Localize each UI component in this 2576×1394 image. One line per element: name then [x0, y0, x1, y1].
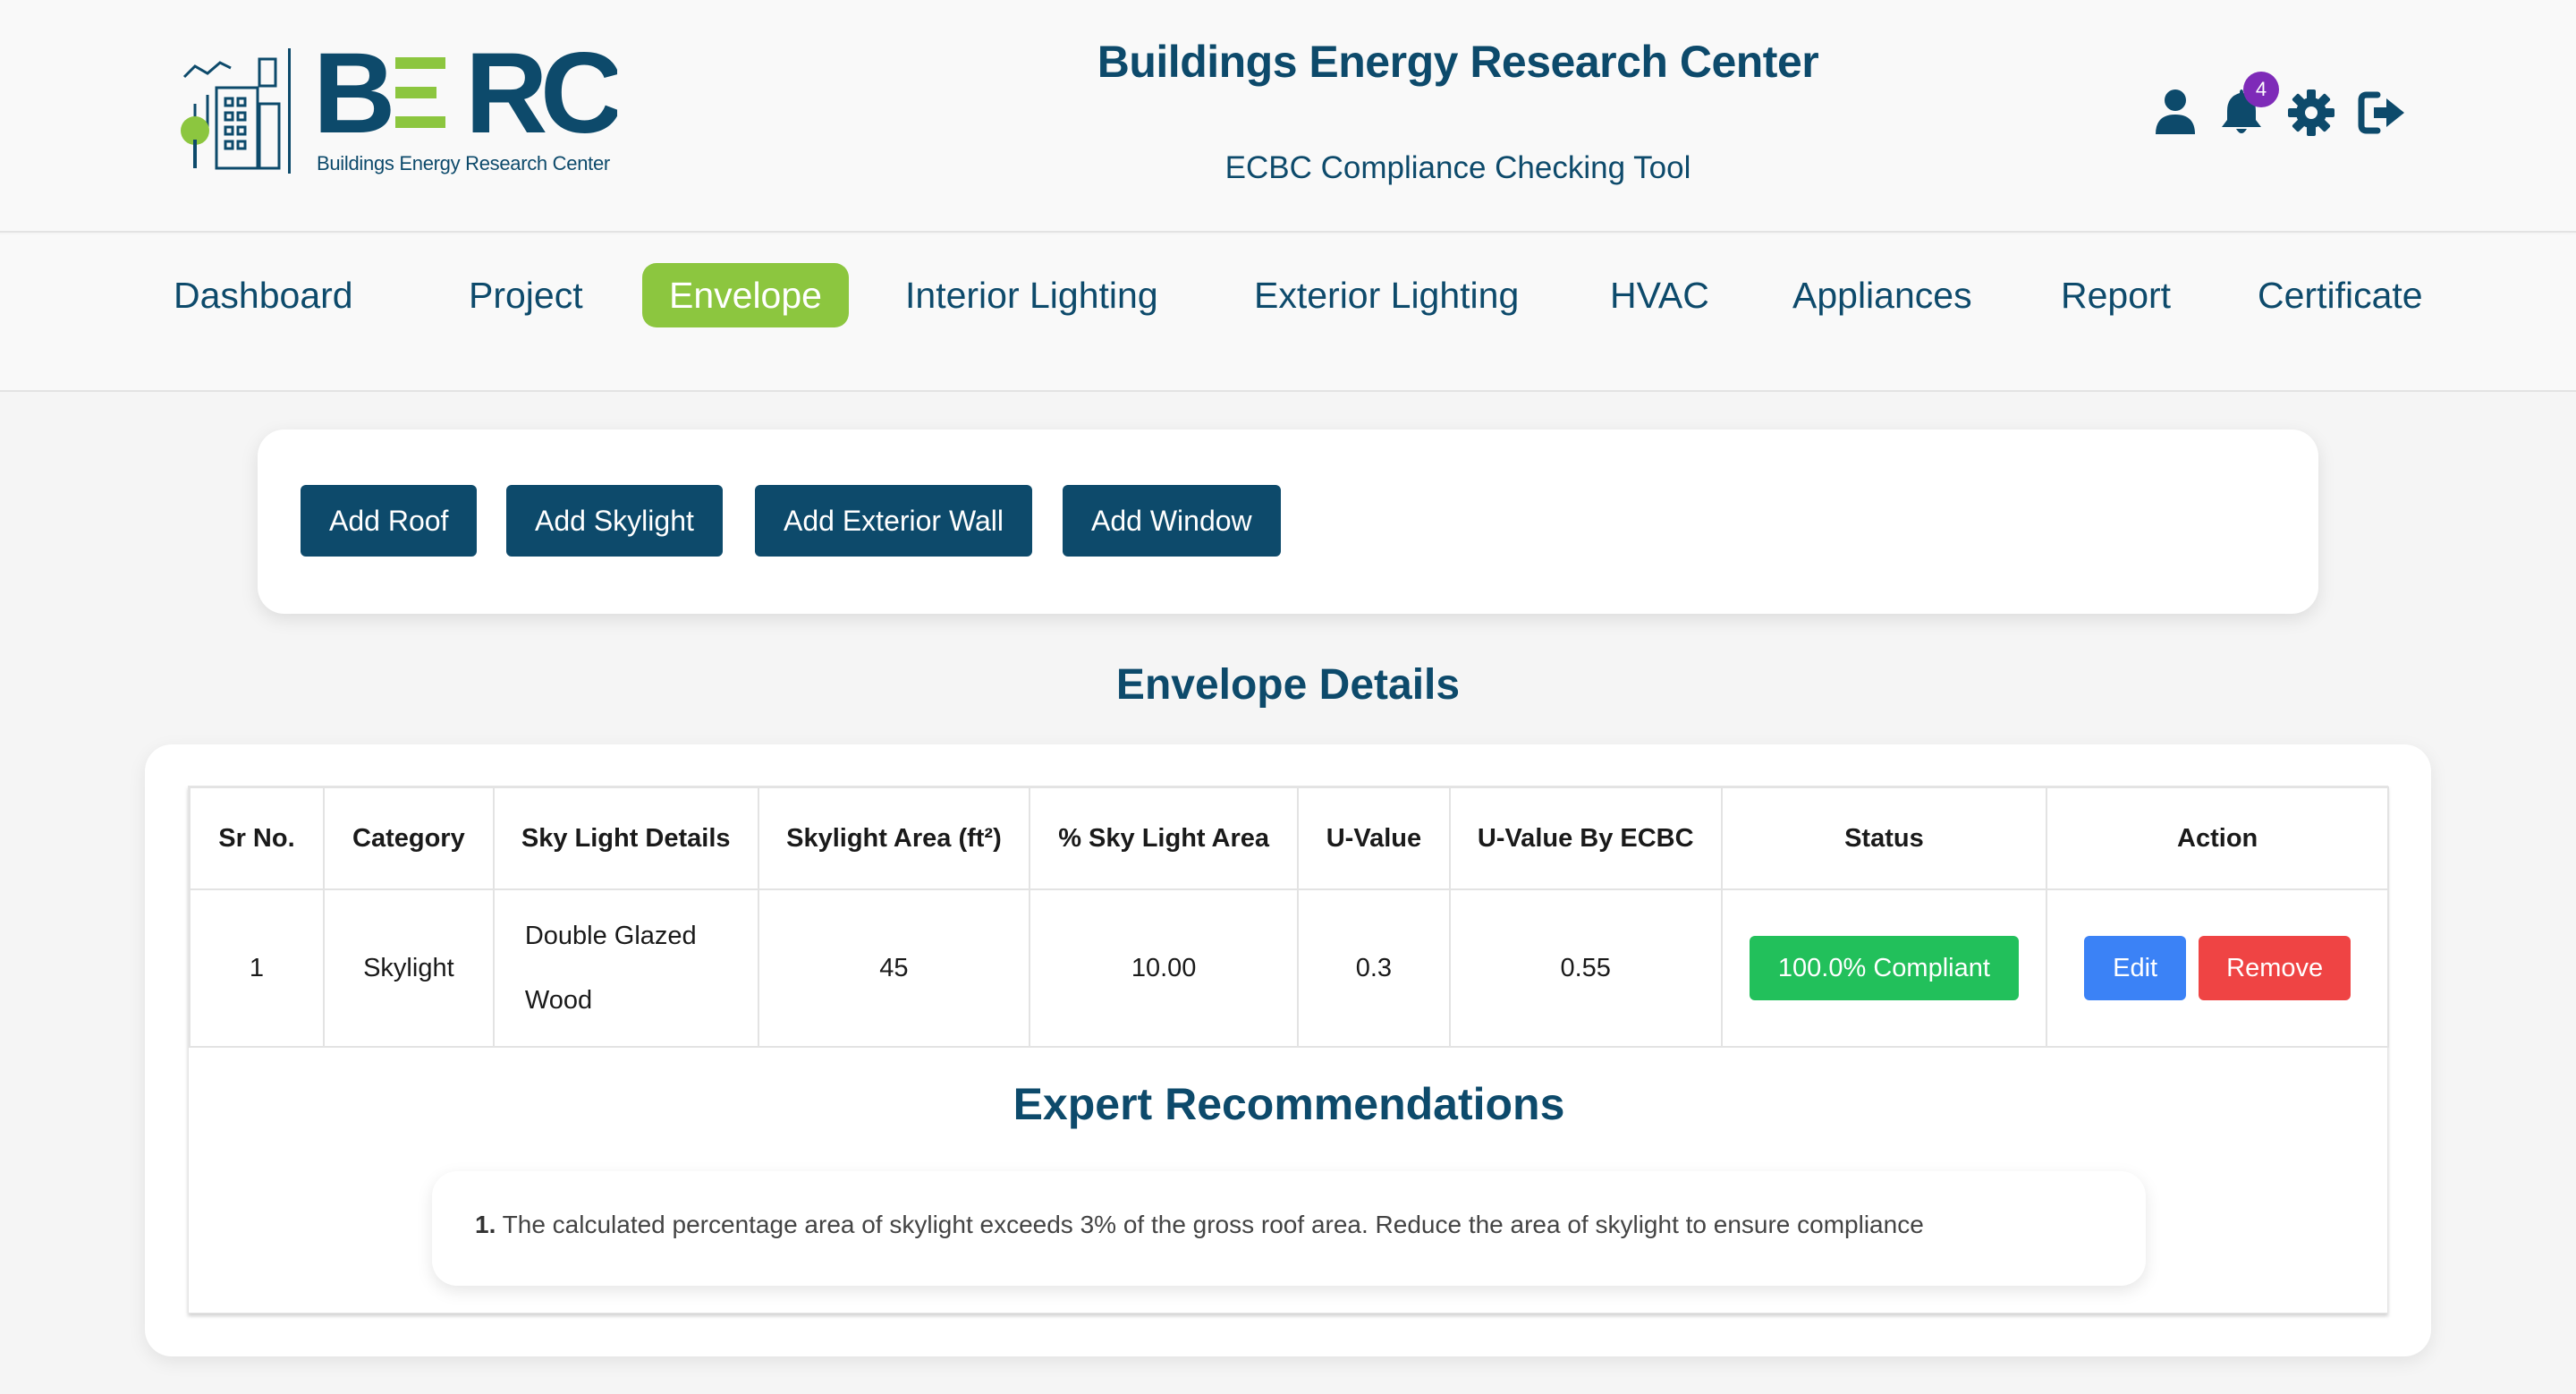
nav-exterior-lighting[interactable]: Exterior Lighting	[1227, 263, 1546, 327]
add-window-button[interactable]: Add Window	[1063, 485, 1281, 557]
cell-status: 100.0% Compliant	[1720, 888, 2048, 1048]
gear-icon[interactable]	[2286, 88, 2336, 138]
logo-divider	[288, 48, 291, 174]
details-frame: Wood	[524, 986, 593, 1015]
col-u-value: U-Value	[1296, 786, 1451, 890]
envelope-toolbar: Add Roof Add Skylight Add Exterior Wall …	[258, 429, 2318, 614]
svg-text:B: B	[313, 41, 395, 157]
cell-action: Edit Remove	[2046, 888, 2389, 1048]
status-badge: 100.0% Compliant	[1749, 936, 2019, 1000]
cell-skylight-area: 45	[757, 888, 1031, 1048]
cell-percent-area: 10.00	[1029, 888, 1299, 1048]
envelope-details-title: Envelope Details	[1115, 661, 1461, 709]
remove-button[interactable]: Remove	[2199, 936, 2351, 1000]
envelope-table-container: Sr No. Category Sky Light Details Skylig…	[188, 786, 2389, 1313]
cell-u-value-ecbc: 0.55	[1448, 888, 1723, 1048]
add-roof-button[interactable]: Add Roof	[301, 485, 478, 557]
nav-envelope[interactable]: Envelope	[642, 263, 849, 327]
recommendation-card: 1. The calculated percentage area of sky…	[432, 1171, 2146, 1286]
recommendation-item: 1. The calculated percentage area of sky…	[475, 1211, 1924, 1239]
add-exterior-wall-button[interactable]: Add Exterior Wall	[755, 485, 1032, 557]
cell-skylight-details: Double Glazed Wood	[492, 888, 759, 1048]
nav-hvac[interactable]: HVAC	[1583, 263, 1736, 327]
col-sr-no: Sr No.	[189, 786, 325, 890]
col-percent-area: % Sky Light Area	[1029, 786, 1299, 890]
nav-certificate[interactable]: Certificate	[2231, 263, 2450, 327]
details-glazing: Double Glazed	[524, 922, 697, 950]
nav-dashboard[interactable]: Dashboard	[147, 263, 380, 327]
cell-category: Skylight	[322, 888, 495, 1048]
col-skylight-details: Sky Light Details	[492, 786, 759, 890]
edit-button[interactable]: Edit	[2084, 936, 2187, 1000]
cell-sr-no: 1	[189, 888, 325, 1048]
recommendation-number: 1.	[475, 1211, 496, 1238]
table-row: 1 Skylight Double Glazed Wood 45 10.00 0…	[189, 888, 2389, 1048]
notification-badge: 4	[2243, 72, 2279, 107]
svg-text:R: R	[465, 41, 547, 157]
col-category: Category	[322, 786, 495, 890]
nav-appliances[interactable]: Appliances	[1766, 263, 1999, 327]
user-icon[interactable]	[2150, 86, 2200, 136]
table-header-row: Sr No. Category Sky Light Details Skylig…	[189, 786, 2389, 890]
col-u-value-ecbc: U-Value By ECBC	[1448, 786, 1723, 890]
page-subtitle: ECBC Compliance Checking Tool	[1224, 150, 1691, 185]
berc-logo[interactable]: B R C Buildings Energy Research Center	[177, 41, 617, 184]
logout-icon[interactable]	[2358, 88, 2408, 138]
expert-recommendations-title: Expert Recommendations	[1013, 1079, 1565, 1129]
col-status: Status	[1720, 786, 2048, 890]
envelope-table: Sr No. Category Sky Light Details Skylig…	[189, 786, 2389, 1048]
app-header: B R C Buildings Energy Research Center B…	[0, 0, 2576, 233]
logo-subtitle: Buildings Energy Research Center	[317, 152, 610, 174]
nav-project[interactable]: Project	[442, 263, 610, 327]
nav-interior-lighting[interactable]: Interior Lighting	[878, 263, 1185, 327]
add-skylight-button[interactable]: Add Skylight	[506, 485, 723, 557]
svg-text:C: C	[540, 41, 617, 157]
col-skylight-area: Skylight Area (ft²)	[757, 786, 1031, 890]
col-action: Action	[2046, 786, 2389, 890]
building-logo-icon	[181, 57, 281, 170]
recommendation-text: The calculated percentage area of skylig…	[502, 1211, 1924, 1238]
envelope-details-card: Sr No. Category Sky Light Details Skylig…	[145, 744, 2431, 1356]
page-title: Buildings Energy Research Center	[1097, 37, 1819, 87]
main-nav: Dashboard Project Envelope Interior Ligh…	[0, 234, 2576, 392]
nav-report[interactable]: Report	[2034, 263, 2198, 327]
cell-u-value: 0.3	[1296, 888, 1451, 1048]
